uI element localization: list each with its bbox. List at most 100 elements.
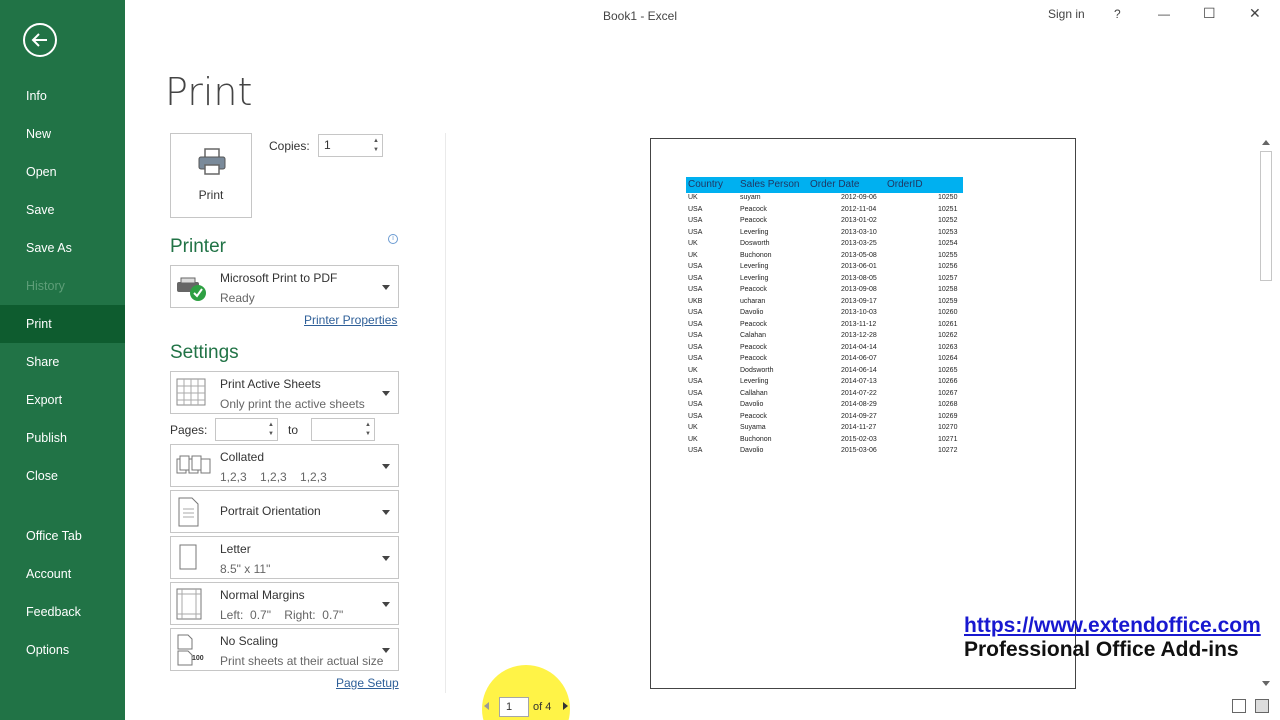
chevron-down-icon: [382, 285, 390, 290]
help-icon[interactable]: ?: [1114, 7, 1121, 21]
table-cell: 10263: [938, 343, 958, 351]
table-cell: UK: [688, 435, 698, 443]
table-cell: 10255: [938, 251, 958, 259]
table-cell: UK: [688, 251, 698, 259]
orientation-dropdown[interactable]: Portrait Orientation: [170, 490, 399, 533]
sidebar-item-save[interactable]: Save: [0, 191, 125, 229]
sidebar-item-export[interactable]: Export: [0, 381, 125, 419]
paper-size-dropdown[interactable]: Letter 8.5" x 11": [170, 536, 399, 579]
table-cell: USA: [688, 320, 703, 328]
print-what-dropdown[interactable]: Print Active Sheets Only print the activ…: [170, 371, 399, 414]
minimize-icon[interactable]: —: [1158, 7, 1170, 21]
table-row: UK Buchonon 2015-02-03 10271: [686, 435, 963, 447]
table-cell: 2014-08-29: [841, 401, 877, 408]
sidebar-item-save-as[interactable]: Save As: [0, 229, 125, 267]
table-cell: 10266: [938, 378, 958, 385]
preview-header-cell: OrderID: [887, 179, 923, 190]
settings-section-title: Settings: [170, 342, 239, 363]
table-row: USA Calahan 2013-12-28 10262: [686, 331, 963, 343]
sidebar-item-info[interactable]: Info: [0, 77, 125, 115]
preview-header-cell: Order Date: [810, 179, 860, 190]
table-cell: UK: [688, 366, 698, 374]
sidebar-item-print[interactable]: Print: [0, 305, 125, 343]
chevron-down-icon: [382, 648, 390, 653]
scroll-down-icon[interactable]: [1262, 681, 1270, 686]
margins-dropdown[interactable]: Normal Margins Left: 0.7" Right: 0.7": [170, 582, 399, 625]
table-cell: 2013-08-05: [841, 274, 877, 282]
table-cell: Peacock: [740, 286, 767, 293]
pages-from-input[interactable]: ▲ ▼: [215, 418, 278, 441]
collation-dropdown[interactable]: Collated 1,2,3 1,2,3 1,2,3: [170, 444, 399, 487]
printer-properties-link[interactable]: Printer Properties: [304, 313, 397, 327]
table-cell: USA: [688, 205, 703, 213]
sidebar-item-office-tab[interactable]: Office Tab: [0, 517, 125, 555]
table-cell: 2014-06-14: [841, 366, 877, 374]
table-cell: Davolio: [740, 309, 764, 316]
table-cell: Dosworth: [740, 240, 770, 247]
close-icon[interactable]: ✕: [1249, 5, 1261, 22]
table-cell: Suyama: [740, 424, 766, 431]
next-page-icon[interactable]: [563, 702, 568, 710]
copies-label: Copies:: [269, 139, 310, 153]
maximize-icon[interactable]: ☐: [1203, 5, 1216, 22]
table-cell: Leverling: [740, 228, 769, 236]
table-row: USA Peacock 2014-09-27 10269: [686, 412, 963, 424]
sidebar-item-account[interactable]: Account: [0, 555, 125, 593]
table-cell: Peacock: [740, 412, 767, 420]
table-cell: 10260: [938, 309, 958, 316]
stepper-up-icon[interactable]: ▲: [268, 422, 274, 428]
printer-dropdown[interactable]: Microsoft Print to PDF Ready: [170, 265, 399, 308]
print-button[interactable]: Print: [170, 133, 252, 218]
stepper-down-icon[interactable]: ▼: [373, 147, 379, 153]
sidebar-item-options[interactable]: Options: [0, 631, 125, 669]
chevron-down-icon: [382, 556, 390, 561]
print-preview-page: Country Sales Person Order Date OrderID UK s…: [650, 138, 1076, 689]
sidebar-item-close[interactable]: Close: [0, 457, 125, 495]
scaling-icon-text: 100: [192, 655, 204, 662]
scroll-thumb[interactable]: [1260, 151, 1272, 281]
print-button-label: Print: [198, 188, 224, 202]
page-title: Print: [165, 70, 253, 114]
table-cell: 10257: [938, 274, 958, 282]
table-cell: 10264: [938, 355, 958, 362]
copies-stepper[interactable]: 1 ▲ ▼: [318, 134, 383, 157]
margins-icon: [176, 588, 202, 620]
sidebar-item-new[interactable]: New: [0, 115, 125, 153]
scroll-up-icon[interactable]: [1262, 140, 1270, 145]
stepper-up-icon[interactable]: ▲: [365, 422, 371, 428]
back-button[interactable]: [23, 23, 57, 57]
table-cell: 10271: [938, 435, 958, 443]
arrow-left-icon: [31, 33, 47, 47]
sidebar-item-feedback[interactable]: Feedback: [0, 593, 125, 631]
printer-name: Microsoft Print to PDF: [220, 271, 338, 285]
sidebar-item-publish[interactable]: Publish: [0, 419, 125, 457]
preview-scrollbar[interactable]: [1259, 136, 1273, 690]
pane-divider: [445, 133, 446, 693]
table-cell: 2013-09-08: [841, 286, 877, 293]
pages-to-input[interactable]: ▲ ▼: [311, 418, 375, 441]
printer-section-title: Printer: [170, 236, 226, 257]
printer-icon: [198, 148, 226, 175]
show-margins-icon[interactable]: [1232, 699, 1246, 713]
to-label: to: [288, 423, 299, 437]
table-cell: Calahan: [740, 332, 767, 339]
sign-in-link[interactable]: Sign in: [1048, 7, 1085, 21]
page-setup-link[interactable]: Page Setup: [336, 676, 399, 690]
stepper-down-icon[interactable]: ▼: [268, 431, 274, 437]
stepper-down-icon[interactable]: ▼: [365, 431, 371, 437]
table-cell: 2014-07-22: [841, 389, 877, 397]
table-cell: Leverling: [740, 274, 769, 282]
scaling-dropdown[interactable]: 100 No Scaling Print sheets at their act…: [170, 628, 399, 671]
sidebar-item-share[interactable]: Share: [0, 343, 125, 381]
portrait-page-icon: [178, 497, 199, 527]
current-page-input[interactable]: 1: [499, 697, 529, 717]
table-row: USA Davolio 2015-03-06 10272: [686, 446, 963, 458]
previous-page-icon[interactable]: [484, 702, 489, 710]
info-icon[interactable]: i: [388, 234, 398, 244]
zoom-to-page-icon[interactable]: [1255, 699, 1269, 713]
table-cell: 10258: [938, 286, 958, 293]
table-row: USA Peacock 2013-11-12 10261: [686, 320, 963, 332]
print-what-sub: Only print the active sheets: [220, 397, 365, 411]
stepper-up-icon[interactable]: ▲: [373, 138, 379, 144]
sidebar-item-open[interactable]: Open: [0, 153, 125, 191]
